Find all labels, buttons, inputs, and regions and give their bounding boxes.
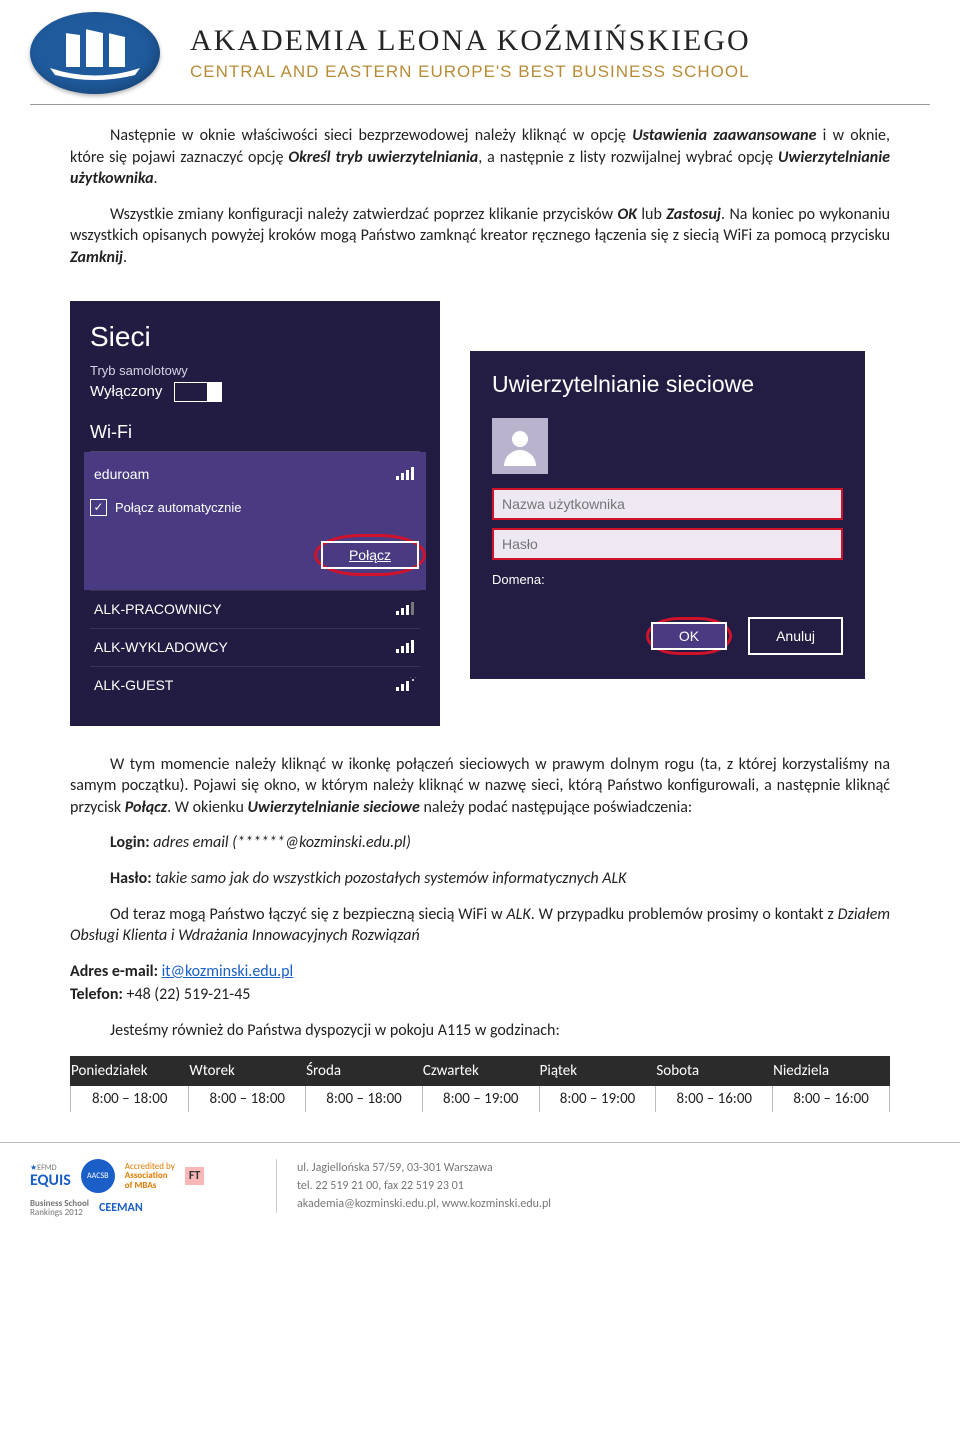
amba-badge: Accredited byAssociationof MBAs: [125, 1162, 175, 1190]
table-header: Niedziela: [773, 1056, 890, 1085]
login-line: Login: adres email (******@kozminski.edu…: [110, 832, 890, 854]
text: .: [154, 169, 158, 188]
highlight-circle: OK: [646, 617, 732, 655]
password-label: Hasło:: [110, 869, 152, 888]
auth-panel: Uwierzytelnianie sieciowe Domena: OK Anu…: [470, 351, 865, 679]
table-header: Sobota: [656, 1056, 773, 1085]
text: Następnie w oknie właściwości sieci bezp…: [110, 126, 632, 145]
text: Połącz: [125, 798, 167, 817]
text: , a następnie z listy rozwijalnej wybrać…: [478, 148, 778, 167]
domain-label: Domena:: [492, 572, 843, 587]
network-item[interactable]: ALK-PRACOWNICY: [90, 591, 420, 628]
page-header: AKADEMIA LEONA KOŹMIŃSKIEGO CENTRAL AND …: [0, 0, 960, 100]
table-cell: 8:00 – 18:00: [71, 1085, 189, 1112]
footer-address: ul. Jagiellońska 57/59, 03-301 Warszawa …: [276, 1159, 551, 1213]
email-label: Adres e-mail:: [70, 962, 162, 981]
signal-icon: [396, 601, 416, 618]
table-header: Środa: [306, 1056, 423, 1085]
table-cell: 8:00 – 16:00: [773, 1085, 890, 1112]
network-name: ALK-GUEST: [94, 677, 173, 693]
aacsb-badge: AACSB: [81, 1159, 115, 1193]
network-name: ALK-WYKLADOWCY: [94, 639, 228, 655]
phone-label: Telefon:: [70, 985, 127, 1004]
network-name: eduroam: [94, 466, 149, 482]
text: Uwierzytelnianie sieciowe: [247, 798, 419, 817]
network-item[interactable]: ALK-WYKLADOWCY: [90, 629, 420, 666]
text: Zamknij: [70, 248, 123, 267]
address-line: ul. Jagiellońska 57/59, 03-301 Warszawa: [297, 1159, 551, 1177]
text: .: [123, 248, 127, 267]
network-name: ALK-PRACOWNICY: [94, 601, 222, 617]
login-value: adres email (******@kozminski.edu.pl): [150, 833, 411, 852]
networks-panel: Sieci Tryb samolotowy Wyłączony Wi-Fi ed…: [70, 301, 440, 726]
table-cell: 8:00 – 18:00: [306, 1085, 423, 1112]
text: Zastosuj: [666, 205, 721, 224]
table-cell: 8:00 – 19:00: [422, 1085, 539, 1112]
wifi-section-label: Wi-Fi: [90, 416, 420, 452]
signal-icon: [396, 639, 416, 656]
address-line: akademia@kozminski.edu.pl, www.kozminski…: [297, 1195, 551, 1213]
ceeman-badge: CEEMAN: [99, 1201, 143, 1215]
text: Wszystkie zmiany konfiguracji należy zat…: [110, 205, 618, 224]
login-label: Login:: [110, 833, 150, 852]
auth-title: Uwierzytelnianie sieciowe: [492, 371, 843, 398]
airplane-toggle[interactable]: [174, 382, 222, 402]
signal-open-icon: [396, 677, 416, 694]
text: Określ tryb uwierzytelniania: [288, 148, 478, 167]
signal-icon: [396, 466, 416, 483]
contact-email: Adres e-mail: it@kozminski.edu.pl: [70, 961, 890, 983]
password-line: Hasło: takie samo jak do wszystkich pozo…: [110, 868, 890, 890]
ok-button[interactable]: OK: [651, 622, 727, 650]
hours-table: Poniedziałek Wtorek Środa Czwartek Piąte…: [70, 1056, 890, 1113]
password-value: takie samo jak do wszystkich pozostałych…: [152, 869, 627, 888]
paragraph-5: Jesteśmy również do Państwa dyspozycji w…: [70, 1020, 890, 1042]
airplane-label: Tryb samolotowy: [90, 363, 420, 378]
bsr-badge: Business SchoolRankings 2012: [30, 1199, 89, 1218]
username-input[interactable]: [492, 488, 843, 520]
paragraph-4: Od teraz mogą Państwo łączyć się z bezpi…: [70, 904, 890, 947]
network-item[interactable]: ALK-GUEST: [90, 667, 420, 704]
paragraph-1: Następnie w oknie właściwości sieci bezp…: [70, 125, 890, 190]
header-title: AKADEMIA LEONA KOŹMIŃSKIEGO: [190, 24, 930, 58]
paragraph-3: W tym momencie należy kliknąć w ikonkę p…: [70, 754, 890, 819]
password-input[interactable]: [492, 528, 843, 560]
logo-ship-icon: [30, 12, 160, 94]
networks-title: Sieci: [90, 321, 420, 353]
paragraph-2: Wszystkie zmiany konfiguracji należy zat…: [70, 204, 890, 269]
table-cell: 8:00 – 19:00: [539, 1085, 656, 1112]
table-cell: 8:00 – 18:00: [189, 1085, 306, 1112]
efmd-badge: ★EFMDEQUIS: [30, 1162, 71, 1189]
accreditation-logos: ★EFMDEQUIS AACSB Accredited byAssociatio…: [30, 1159, 250, 1218]
phone-value: +48 (22) 519-21-45: [127, 985, 251, 1004]
text: należy podać następujące poświadczenia:: [420, 798, 692, 817]
text: lub: [637, 205, 666, 224]
cancel-button[interactable]: Anuluj: [748, 617, 843, 655]
page-footer: ★EFMDEQUIS AACSB Accredited byAssociatio…: [0, 1142, 960, 1222]
address-line: tel. 22 519 21 00, fax 22 519 23 01: [297, 1177, 551, 1195]
text: Od teraz mogą Państwo łączyć się z bezpi…: [110, 905, 506, 924]
header-subtitle: CENTRAL AND EASTERN EUROPE'S BEST BUSINE…: [190, 62, 930, 82]
text: ALK: [506, 905, 530, 924]
highlight-circle: Połącz: [314, 534, 426, 576]
table-header: Wtorek: [189, 1056, 306, 1085]
avatar-icon: [492, 418, 548, 474]
airplane-value: Wyłączony: [90, 383, 162, 400]
auto-connect-label: Połącz automatycznie: [115, 500, 241, 515]
text: OK: [618, 205, 637, 224]
table-header: Piątek: [539, 1056, 656, 1085]
connect-button[interactable]: Połącz: [321, 541, 419, 569]
email-link[interactable]: it@kozminski.edu.pl: [162, 962, 294, 981]
table-header: Poniedziałek: [71, 1056, 189, 1085]
text: . W przypadku problemów prosimy o kontak…: [531, 905, 838, 924]
text: Ustawienia zaawansowane: [632, 126, 816, 145]
text: . W okienku: [167, 798, 247, 817]
table-cell: 8:00 – 16:00: [656, 1085, 773, 1112]
table-header: Czwartek: [422, 1056, 539, 1085]
auto-connect-checkbox[interactable]: ✓: [90, 499, 107, 516]
network-item-eduroam[interactable]: eduroam ✓ Połącz automatycznie: [84, 452, 426, 534]
contact-phone: Telefon: +48 (22) 519-21-45: [70, 984, 890, 1006]
ft-badge: FT: [185, 1167, 204, 1185]
